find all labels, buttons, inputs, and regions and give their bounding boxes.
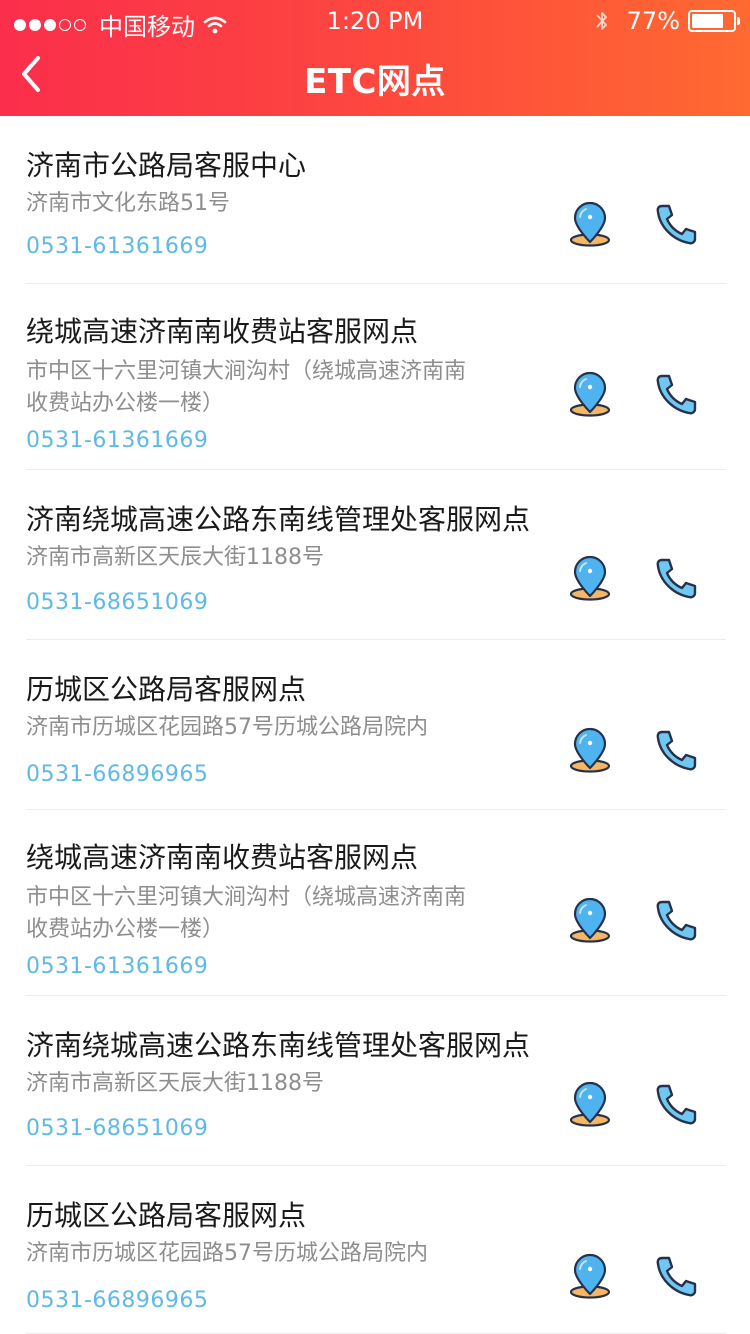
location-phone[interactable]: 0531-68651069 [26,1116,208,1141]
nav-bar: ETC网点 [0,40,750,116]
location-name: 绕城高速济南南收费站客服网点 [26,841,419,874]
location-address: 济南市高新区天辰大街1188号 [26,545,324,570]
location-name: 济南绕城高速公路东南线管理处客服网点 [26,503,531,536]
location-item[interactable]: 济南绕城高速公路东南线管理处客服网点济南市高新区天辰大街1188号 0531-68… [26,470,726,640]
location-address: 济南市历城区花园路57号历城公路局院内 [26,1241,428,1266]
location-phone[interactable]: 0531-61361669 [26,234,208,259]
map-pin-icon[interactable] [566,1080,614,1128]
location-address: 市中区十六里河镇大涧沟村（绕城高速济南南收费站办公楼一楼） [26,359,467,416]
battery-percent: 77% [626,7,680,35]
battery-icon [688,10,740,32]
location-phone[interactable]: 0531-66896965 [26,762,208,787]
location-list: 济南市公路局客服中心 济南市文化东路51号 0531-61361669 绕城高速济南南… [0,116,750,1334]
phone-icon[interactable] [652,1252,700,1300]
map-pin-icon[interactable] [566,200,614,248]
status-bar: 中国移动 1:20 PM 77% [0,0,750,41]
location-item[interactable]: 历城区公路局客服网点济南市历城区花园路57号历城公路局院内 0531-668969… [26,640,726,810]
phone-icon[interactable] [652,1080,700,1128]
location-name: 济南绕城高速公路东南线管理处客服网点 [26,1029,531,1062]
location-item[interactable]: 济南市公路局客服中心济南市文化东路51号 0531-61361669 [26,116,726,284]
map-pin-icon[interactable] [566,370,614,418]
phone-icon[interactable] [652,726,700,774]
location-address: 济南市文化东路51号 [26,191,230,216]
location-name: 历城区公路局客服网点 [26,1199,307,1232]
map-pin-icon[interactable] [566,726,614,774]
location-address: 市中区十六里河镇大涧沟村（绕城高速济南南收费站办公楼一楼） [26,885,467,942]
location-address: 济南市历城区花园路57号历城公路局院内 [26,715,428,740]
location-phone[interactable]: 0531-68651069 [26,590,208,615]
location-address: 济南市高新区天辰大街1188号 [26,1071,324,1096]
map-pin-icon[interactable] [566,1252,614,1300]
phone-icon[interactable] [652,554,700,602]
location-item[interactable]: 绕城高速济南南收费站客服网点市中区十六里河镇大涧沟村（绕城高速济南南收费站办公楼… [26,810,726,996]
location-phone[interactable]: 0531-66896965 [26,1288,208,1313]
page-title: ETC网点 [304,62,446,102]
location-phone[interactable]: 0531-61361669 [26,428,208,453]
location-item[interactable]: 历城区公路局客服网点济南市历城区花园路57号历城公路局院内 0531-668969… [26,1166,726,1334]
bluetooth-icon [595,12,607,30]
location-item[interactable]: 绕城高速济南南收费站客服网点市中区十六里河镇大涧沟村（绕城高速济南南收费站办公楼… [26,284,726,470]
map-pin-icon[interactable] [566,896,614,944]
phone-icon[interactable] [652,200,700,248]
phone-icon[interactable] [652,370,700,418]
location-name: 历城区公路局客服网点 [26,673,307,706]
phone-icon[interactable] [652,896,700,944]
status-right: 77% [595,7,740,35]
battery-fill [692,14,723,28]
location-phone[interactable]: 0531-61361669 [26,954,208,979]
location-item[interactable]: 济南绕城高速公路东南线管理处客服网点济南市高新区天辰大街1188号 0531-68… [26,996,726,1166]
location-name: 济南市公路局客服中心 [26,149,307,182]
map-pin-icon[interactable] [566,554,614,602]
header: 中国移动 1:20 PM 77% ETC网点 [0,0,750,116]
location-name: 绕城高速济南南收费站客服网点 [26,315,419,348]
